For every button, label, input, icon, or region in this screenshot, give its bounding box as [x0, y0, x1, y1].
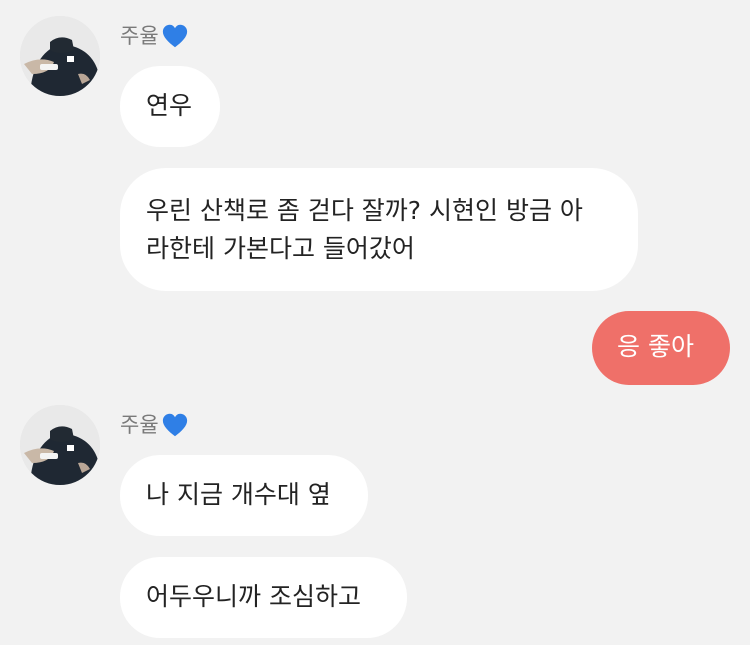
message-text-line: 우린 산책로 좀 걷다 잘까? 시현인 방금 아	[146, 196, 583, 225]
incoming-message-bubble[interactable]: 우린 산책로 좀 걷다 잘까? 시현인 방금 아 라한테 가본다고 들어갔어	[120, 168, 638, 291]
message-text: 응 좋아	[617, 332, 694, 361]
incoming-message-bubble[interactable]: 연우	[120, 66, 220, 147]
incoming-message-bubble[interactable]: 어두우니까 조심하고	[120, 557, 407, 638]
sender-name-row: 주율	[120, 411, 189, 439]
message-text: 나 지금 개수대 옆	[146, 480, 331, 509]
blue-heart-icon	[162, 24, 187, 48]
avatar-photo	[20, 16, 100, 96]
sender-avatar[interactable]	[20, 16, 100, 96]
blue-heart-icon	[162, 413, 187, 437]
sender-name-row: 주율	[120, 22, 189, 50]
avatar-photo	[20, 405, 100, 485]
message-text: 연우	[146, 91, 193, 120]
sender-name: 주율	[120, 24, 159, 48]
message-text-line: 라한테 가본다고 들어갔어	[146, 234, 415, 263]
outgoing-message-bubble[interactable]: 응 좋아	[592, 311, 730, 385]
message-text: 어두우니까 조심하고	[146, 582, 361, 611]
sender-avatar[interactable]	[20, 405, 100, 485]
sender-name: 주율	[120, 413, 159, 437]
incoming-message-bubble[interactable]: 나 지금 개수대 옆	[120, 455, 368, 536]
